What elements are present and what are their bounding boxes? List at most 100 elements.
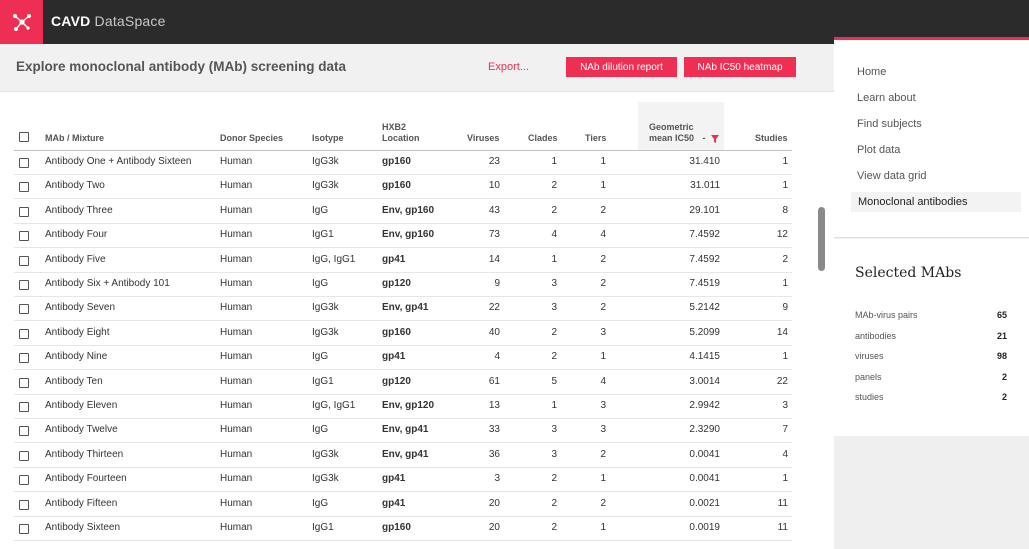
- sort-direction-indicator: -: [702, 133, 706, 143]
- cell-name[interactable]: Antibody Three: [45, 205, 113, 216]
- cell-viruses: 3: [494, 473, 500, 485]
- cell-tiers: 1: [600, 180, 606, 192]
- cell-species: Human: [220, 156, 253, 167]
- cell-name[interactable]: Antibody Five: [45, 254, 106, 265]
- col-header-isotype[interactable]: Isotype: [312, 133, 344, 144]
- table-row[interactable]: Antibody Five Human IgG, IgG1 gp41 14 1 2 7.459…: [14, 249, 792, 273]
- cell-name[interactable]: Antibody Eight: [45, 327, 110, 338]
- table-row[interactable]: Antibody Three Human IgG Env, gp160 43 2 2 29.1…: [14, 200, 792, 224]
- cell-isotype: IgG3k: [312, 302, 339, 314]
- cell-studies: 11: [777, 522, 788, 533]
- cell-isotype: IgG3k: [312, 180, 339, 192]
- nav-item-learn-about[interactable]: Learn about: [857, 92, 916, 104]
- table-row[interactable]: Antibody Nine Human IgG gp41 4 2 1 4.1415 1: [14, 346, 792, 371]
- cell-clades: 2: [551, 497, 557, 509]
- cell-name[interactable]: Antibody Four: [45, 229, 107, 240]
- row-checkbox[interactable]: [19, 499, 29, 510]
- cell-clades: 3: [551, 302, 557, 314]
- cell-name[interactable]: Antibody Nine: [45, 351, 107, 362]
- cell-name[interactable]: Antibody One + Antibody Sixteen: [45, 156, 192, 167]
- row-checkbox[interactable]: [19, 353, 29, 364]
- cell-species: Human: [220, 302, 253, 314]
- row-checkbox[interactable]: [19, 182, 29, 193]
- row-checkbox[interactable]: [19, 524, 29, 534]
- row-checkbox[interactable]: [19, 280, 29, 290]
- row-checkbox[interactable]: [19, 206, 29, 217]
- cell-name[interactable]: Antibody Fourteen: [45, 473, 127, 484]
- row-checkbox[interactable]: [19, 304, 29, 315]
- cell-tiers: 3: [600, 424, 606, 436]
- table-row[interactable]: Antibody Thirteen Human IgG3k Env, gp41 36 3 2…: [14, 444, 792, 468]
- cell-clades: 2: [551, 326, 557, 338]
- cell-name[interactable]: Antibody Fifteen: [45, 498, 117, 509]
- cavd-logo-icon[interactable]: [0, 0, 43, 44]
- col-header-ic50[interactable]: Geometric mean IC50 -: [649, 122, 706, 144]
- export-link[interactable]: Export...: [488, 61, 529, 73]
- col-header-name[interactable]: MAb / Mixture: [45, 133, 104, 144]
- vertical-scrollbar[interactable]: [818, 207, 825, 271]
- cell-viruses: 20: [488, 522, 500, 533]
- nab-ic50-heatmap-button[interactable]: NAb IC50 heatmap: [684, 57, 796, 77]
- cell-species: Human: [220, 448, 253, 460]
- cell-name[interactable]: Antibody Sixteen: [45, 522, 120, 533]
- cell-clades: 3: [551, 278, 557, 289]
- table-row[interactable]: Antibody Six + Antibody 101 Human IgG gp120…: [14, 273, 792, 297]
- row-checkbox[interactable]: [19, 328, 29, 339]
- nav-item-view-data-grid[interactable]: View data grid: [857, 170, 927, 182]
- table-row[interactable]: Antibody Twelve Human IgG Env, gp41 33 3 3 2.32…: [14, 419, 792, 444]
- cell-location: Env, gp160: [382, 204, 435, 216]
- cell-name[interactable]: Antibody Ten: [45, 376, 103, 387]
- row-checkbox[interactable]: [19, 231, 29, 242]
- col-header-ic50-line2-text: mean IC50: [649, 133, 695, 143]
- cell-tiers: 3: [600, 400, 606, 411]
- row-checkbox[interactable]: [19, 402, 29, 412]
- row-checkbox[interactable]: [19, 158, 29, 168]
- table-row[interactable]: Antibody Sixteen Human IgG1 gp160 20 2 1 0.0019…: [14, 517, 792, 541]
- col-header-studies[interactable]: Studies: [755, 133, 788, 144]
- nab-dilution-report-button[interactable]: NAb dilution report: [566, 57, 677, 77]
- col-header-hxb2[interactable]: HXB2 Location: [382, 122, 420, 144]
- col-header-species[interactable]: Donor Species: [220, 133, 283, 144]
- cell-studies: 4: [782, 448, 788, 460]
- nav-item-home[interactable]: Home: [857, 66, 886, 78]
- cell-name[interactable]: Antibody Thirteen: [45, 449, 123, 460]
- table-row[interactable]: Antibody One + Antibody Sixteen Human IgG3…: [14, 151, 792, 175]
- row-checkbox[interactable]: [19, 377, 29, 388]
- filter-funnel-icon[interactable]: [711, 135, 719, 143]
- cell-ic50: 7.4592: [689, 253, 720, 265]
- row-checkbox[interactable]: [19, 255, 29, 266]
- table-row[interactable]: Antibody Fourteen Human IgG3k gp41 3 2 1 0.0041…: [14, 468, 792, 493]
- cell-studies: 1: [782, 156, 788, 167]
- col-header-clades[interactable]: Clades: [528, 133, 558, 144]
- row-checkbox[interactable]: [19, 475, 29, 486]
- cell-name[interactable]: Antibody Twelve: [45, 424, 118, 435]
- select-all-checkbox[interactable]: [19, 132, 29, 142]
- app-name-bold: CAVD: [51, 13, 91, 29]
- table-row[interactable]: Antibody Seven Human IgG3k Env, gp41 22 3 2 5.2…: [14, 297, 792, 322]
- cell-name[interactable]: Antibody Eleven: [45, 400, 117, 411]
- table-row[interactable]: Antibody Four Human IgG1 Env, gp160 73 4 4 7.45…: [14, 224, 792, 249]
- cell-location: gp41: [382, 473, 406, 485]
- cell-location: Env, gp41: [382, 424, 429, 436]
- cell-ic50: 4.1415: [689, 351, 720, 363]
- table-row[interactable]: Antibody Eleven Human IgG, IgG1 Env, gp120 1…: [14, 395, 792, 419]
- nav-item-find-subjects[interactable]: Find subjects: [857, 118, 922, 130]
- row-checkbox[interactable]: [19, 426, 29, 437]
- table-row[interactable]: Antibody Two Human IgG3k gp160 10 2 1 31.011 1: [14, 175, 792, 200]
- nav-item-monoclonal-antibodies[interactable]: Monoclonal antibodies: [851, 192, 1021, 212]
- cell-name[interactable]: Antibody Six + Antibody 101: [45, 278, 170, 289]
- app-title[interactable]: CAVD DataSpace: [51, 13, 166, 29]
- col-header-tiers[interactable]: Tiers: [585, 133, 606, 144]
- top-bar: CAVD DataSpace: [0, 0, 1029, 44]
- cell-species: Human: [220, 375, 253, 387]
- cell-ic50: 2.9942: [689, 400, 720, 411]
- cell-studies: 14: [776, 326, 788, 338]
- table-row[interactable]: Antibody Fifteen Human IgG gp41 20 2 2 0.0021 11: [14, 493, 792, 517]
- col-header-viruses[interactable]: Viruses: [467, 133, 499, 144]
- table-row[interactable]: Antibody Eight Human IgG3k gp160 40 2 3 5.2099 1…: [14, 322, 792, 346]
- row-checkbox[interactable]: [19, 450, 29, 461]
- table-row[interactable]: Antibody Ten Human IgG1 gp120 61 5 4 3.0014 22: [14, 371, 792, 395]
- cell-name[interactable]: Antibody Seven: [45, 302, 115, 313]
- nav-item-plot-data[interactable]: Plot data: [857, 144, 900, 156]
- cell-name[interactable]: Antibody Two: [45, 180, 105, 191]
